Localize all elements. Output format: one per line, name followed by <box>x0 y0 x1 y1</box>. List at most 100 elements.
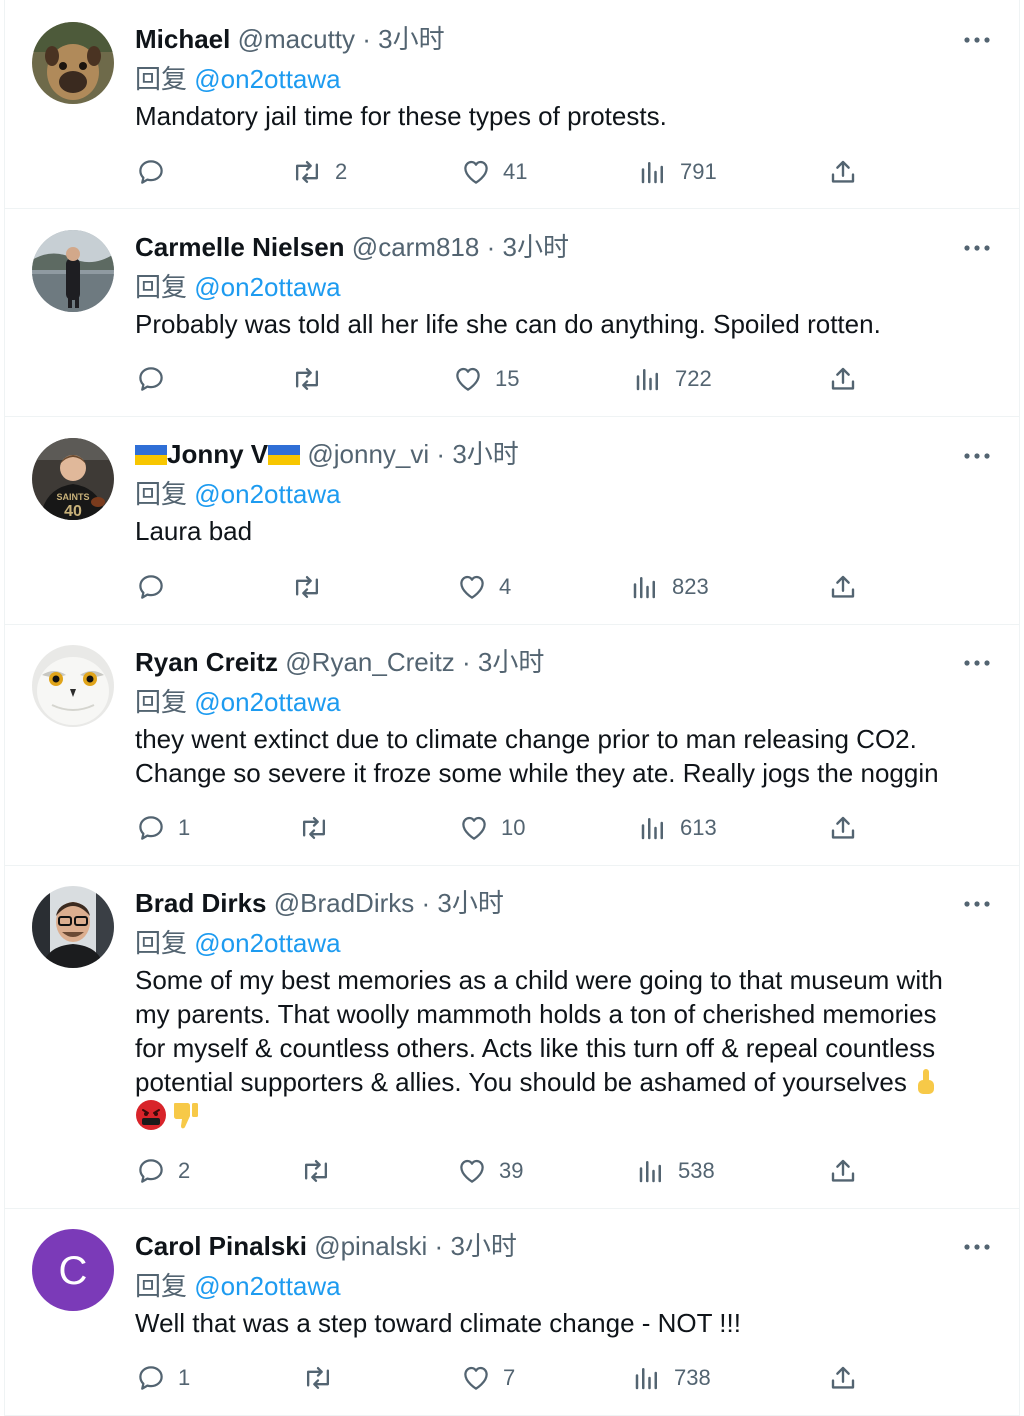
timestamp[interactable]: 3小时 <box>437 888 503 918</box>
views-button[interactable]: 823 <box>630 570 709 604</box>
tweet-header: Carmelle Nielsen @carm818 · 3小时 <box>135 230 569 264</box>
avatar[interactable] <box>32 886 114 968</box>
mention-link[interactable]: @on2ottawa <box>194 928 340 958</box>
views-button[interactable]: 613 <box>638 811 717 845</box>
author-name[interactable]: Jonny V <box>167 439 268 469</box>
views-chart-icon <box>635 1368 657 1390</box>
avatar[interactable] <box>32 645 114 727</box>
retweet-button[interactable] <box>298 811 342 845</box>
like-button[interactable]: 10 <box>459 811 525 845</box>
reply-count: 1 <box>178 815 191 840</box>
heart-icon <box>460 575 484 599</box>
like-button[interactable]: 41 <box>461 155 527 189</box>
like-button[interactable]: 15 <box>453 362 519 396</box>
reply-icon <box>139 816 163 840</box>
retweet-button[interactable] <box>291 362 335 396</box>
tweet-text: Laura bad <box>135 516 253 546</box>
replying-to: 回复 @on2ottawa <box>135 477 341 511</box>
heart-icon <box>462 816 486 840</box>
replying-to: 回复 @on2ottawa <box>135 270 341 304</box>
share-button[interactable] <box>828 1361 858 1395</box>
retweet-button[interactable] <box>300 1154 344 1188</box>
timestamp[interactable]: 3小时 <box>450 1231 516 1261</box>
avatar[interactable] <box>32 22 114 104</box>
author-handle[interactable]: @pinalski <box>314 1231 427 1261</box>
thumbs-down-emoji <box>174 1103 198 1129</box>
author-name[interactable]: Michael <box>135 24 230 54</box>
heart-icon <box>464 160 488 184</box>
reply-button[interactable]: 2 <box>136 1154 190 1188</box>
view-count: 613 <box>680 815 717 840</box>
replying-to: 回复 @on2ottawa <box>135 685 341 719</box>
mention-link[interactable]: @on2ottawa <box>194 1271 340 1301</box>
reply-button[interactable]: 1 <box>136 1361 190 1395</box>
avatar[interactable] <box>32 230 114 312</box>
share-button[interactable] <box>828 811 858 845</box>
tweet-text: Some of my best memories as a child were… <box>135 963 975 1133</box>
tweet-header: Carol Pinalski @pinalski · 3小时 <box>135 1229 517 1263</box>
view-count: 823 <box>672 574 709 599</box>
view-count: 722 <box>675 366 712 391</box>
separator-dot: · <box>486 232 496 262</box>
views-button[interactable]: 538 <box>636 1154 715 1188</box>
share-button[interactable] <box>828 362 858 396</box>
tweet-6[interactable]: C Carol Pinalski @pinalski · 3小时 回复 @on2… <box>4 1209 1020 1416</box>
more-options-icon[interactable] <box>962 30 992 50</box>
author-handle[interactable]: @BradDirks <box>274 888 415 918</box>
like-count: 4 <box>499 574 512 599</box>
views-button[interactable]: 722 <box>633 362 712 396</box>
author-name[interactable]: Brad Dirks <box>135 888 267 918</box>
reply-button[interactable] <box>136 570 178 604</box>
tweet-3[interactable]: SAINTS 40 Jonny V @jonny_vi · 3小时 回复 @on… <box>4 417 1020 625</box>
reply-count: 2 <box>178 1158 191 1183</box>
author-name[interactable]: Carol Pinalski <box>135 1231 307 1261</box>
tweet-2[interactable]: Carmelle Nielsen @carm818 · 3小时 回复 @on2o… <box>4 209 1020 417</box>
mention-link[interactable]: @on2ottawa <box>194 687 340 717</box>
mention-link[interactable]: @on2ottawa <box>194 479 340 509</box>
author-handle[interactable]: @carm818 <box>352 232 480 262</box>
reply-prefix: 回复 <box>135 272 188 302</box>
reply-button[interactable]: 1 <box>136 811 190 845</box>
separator-dot: · <box>434 1231 444 1261</box>
tweet-5[interactable]: Brad Dirks @BradDirks · 3小时 回复 @on2ottaw… <box>4 866 1020 1209</box>
more-options-icon[interactable] <box>962 446 992 466</box>
author-name[interactable]: Carmelle Nielsen <box>135 232 345 262</box>
tweet-header: Michael @macutty · 3小时 <box>135 22 445 56</box>
like-button[interactable]: 7 <box>461 1361 515 1395</box>
tweet-1[interactable]: Michael @macutty · 3小时 回复 @on2ottawa Man… <box>4 0 1020 209</box>
mention-link[interactable]: @on2ottawa <box>194 272 340 302</box>
avatar[interactable]: C <box>32 1229 114 1311</box>
share-icon <box>831 575 855 598</box>
timestamp[interactable]: 3小时 <box>452 439 518 469</box>
share-button[interactable] <box>828 1154 858 1188</box>
more-options-icon[interactable] <box>962 653 992 673</box>
mention-link[interactable]: @on2ottawa <box>194 64 340 94</box>
more-options-icon[interactable] <box>962 238 992 258</box>
share-button[interactable] <box>828 570 858 604</box>
tweet-4[interactable]: Ryan Creitz @Ryan_Creitz · 3小时 回复 @on2ot… <box>4 625 1020 866</box>
timestamp[interactable]: 3小时 <box>378 24 444 54</box>
like-button[interactable]: 4 <box>457 570 511 604</box>
views-button[interactable]: 791 <box>638 155 717 189</box>
like-count: 15 <box>495 366 520 391</box>
more-options-icon[interactable] <box>962 894 992 914</box>
more-options-icon[interactable] <box>962 1237 992 1257</box>
timestamp[interactable]: 3小时 <box>478 647 544 677</box>
view-count: 791 <box>680 159 717 184</box>
retweet-button[interactable]: 2 <box>291 155 347 189</box>
timestamp[interactable]: 3小时 <box>503 232 569 262</box>
retweet-button[interactable] <box>302 1361 346 1395</box>
reply-button[interactable] <box>136 155 178 189</box>
retweet-button[interactable] <box>291 570 335 604</box>
author-name[interactable]: Ryan Creitz <box>135 647 278 677</box>
ukraine-flag-icon <box>135 445 167 465</box>
author-handle[interactable]: @Ryan_Creitz <box>285 647 454 677</box>
reply-button[interactable] <box>136 362 178 396</box>
author-handle[interactable]: @jonny_vi <box>307 439 429 469</box>
views-button[interactable]: 738 <box>632 1361 711 1395</box>
author-handle[interactable]: @macutty <box>238 24 355 54</box>
like-button[interactable]: 39 <box>457 1154 523 1188</box>
avatar[interactable]: SAINTS 40 <box>32 438 114 520</box>
share-button[interactable] <box>828 155 858 189</box>
views-chart-icon <box>633 577 655 599</box>
